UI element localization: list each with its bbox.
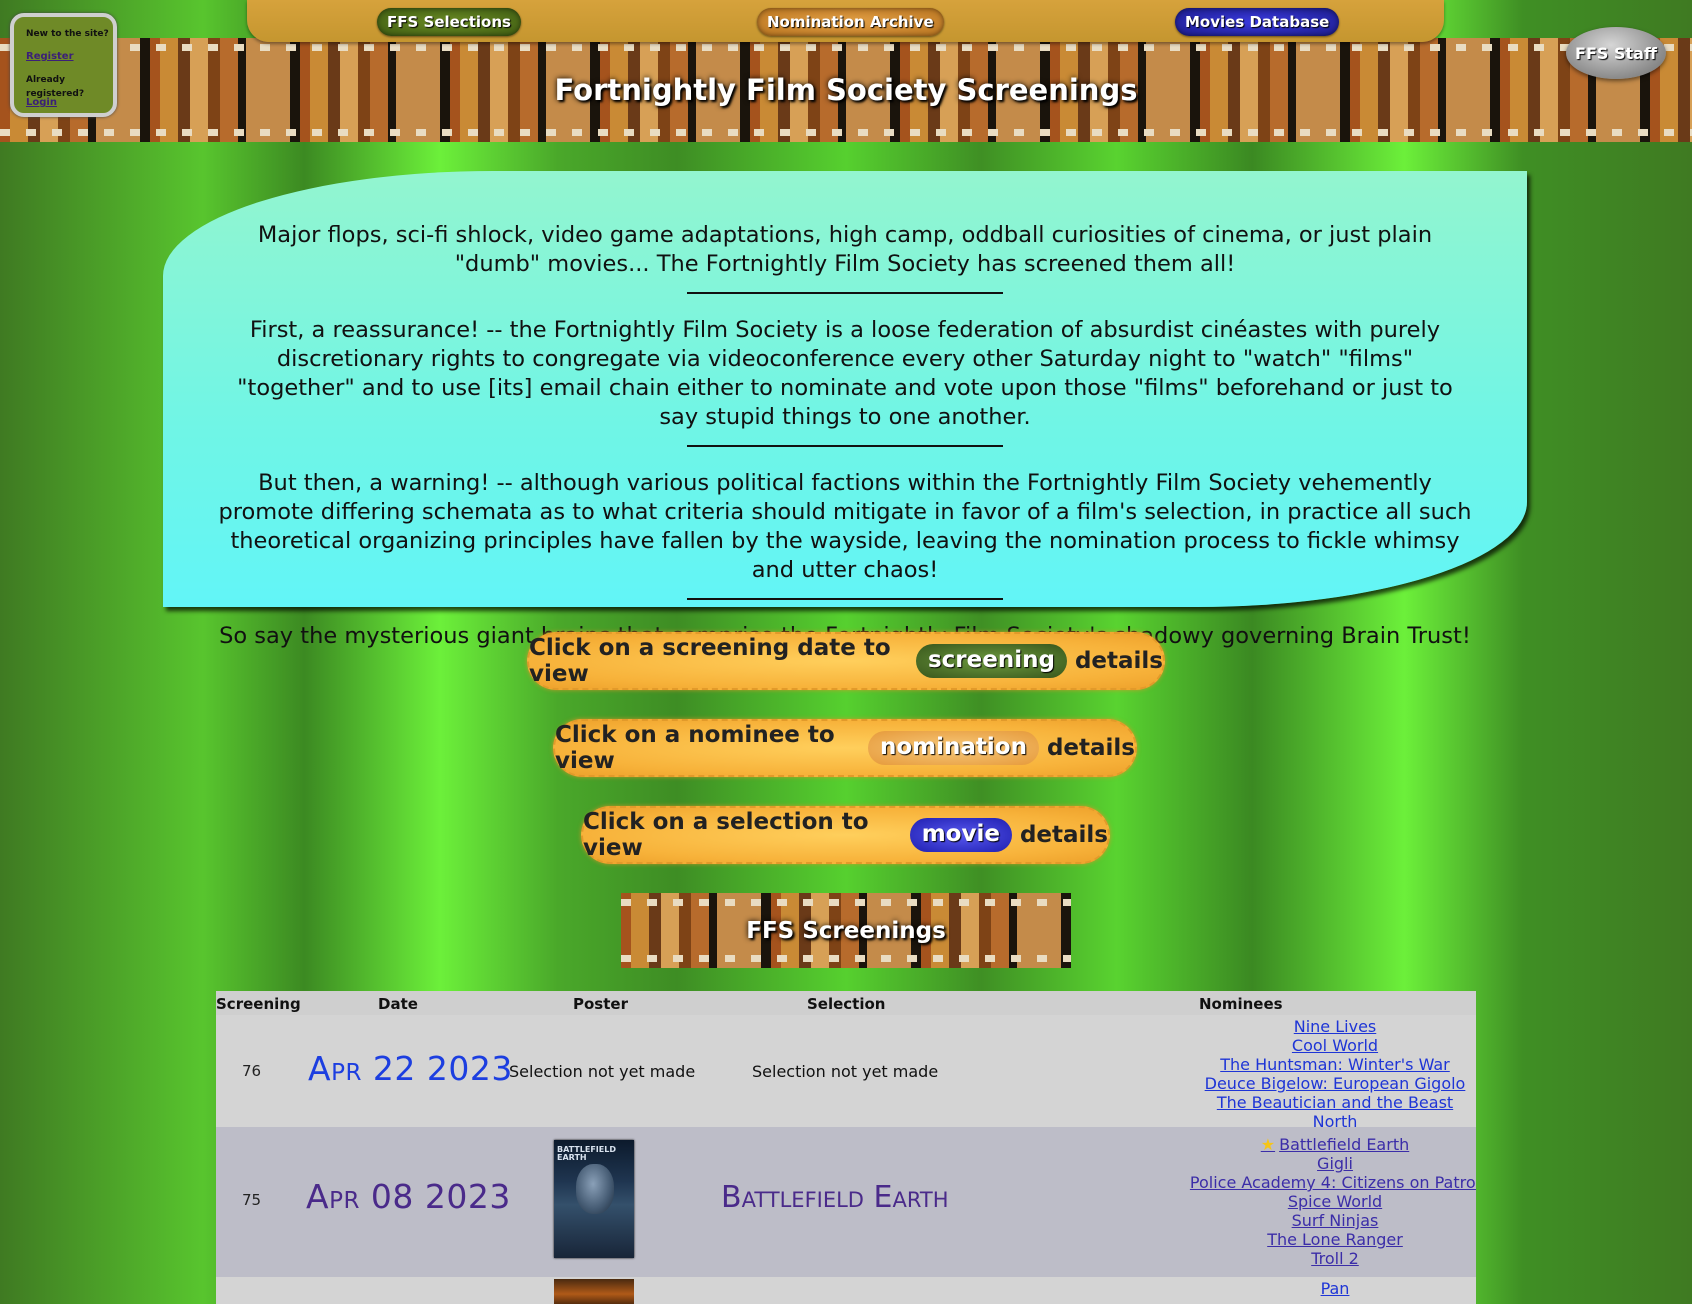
nominee-link[interactable]: Police Academy 4: Citizens on Patrol (1070, 1173, 1476, 1192)
header-screening: Screening (216, 995, 301, 1013)
intro-paragraph-3: But then, a warning! -- although various… (218, 470, 1472, 583)
instruction-text: details (1074, 648, 1163, 674)
nominees-list: Pan (1070, 1279, 1476, 1298)
already-registered-label: Already registered? (26, 75, 85, 99)
instruction-screening: Click on a screening date to view screen… (527, 632, 1165, 690)
new-to-site-label: New to the site? (26, 29, 109, 39)
nominee-link[interactable]: Pan (1070, 1279, 1476, 1298)
screenings-table: Screening Date Poster Selection Nominees… (216, 991, 1476, 1304)
login-link[interactable]: Login (26, 97, 57, 108)
nominee-link[interactable]: Spice World (1070, 1192, 1476, 1211)
intro-paragraph-2: First, a reassurance! -- the Fortnightly… (237, 317, 1453, 430)
section-banner: FFS Screenings (621, 893, 1071, 968)
ffs-staff-button[interactable]: FFS Staff (1566, 27, 1666, 79)
table-row: 76 Apr 22 2023 Selection not yet made Se… (216, 1015, 1476, 1131)
nominee-link[interactable]: The Huntsman: Winter's War (1070, 1055, 1476, 1074)
intro-divider (687, 598, 1003, 600)
nominee-link[interactable]: ★ Battlefield Earth (1070, 1135, 1476, 1154)
nav-nomination-archive-button[interactable]: Nomination Archive (757, 8, 944, 36)
poster-placeholder: Selection not yet made (509, 1062, 696, 1081)
nav-ffs-selections-button[interactable]: FFS Selections (377, 8, 521, 36)
header-selection: Selection (807, 995, 886, 1013)
top-navigation: FFS Selections Nomination Archive Movies… (247, 0, 1444, 42)
nominee-link[interactable]: The Lone Ranger (1070, 1230, 1476, 1249)
screening-number: 75 (242, 1191, 262, 1209)
poster-image (576, 1164, 614, 1214)
nominee-link[interactable]: Surf Ninjas (1070, 1211, 1476, 1230)
intro-divider (687, 292, 1003, 294)
nav-movies-database-button[interactable]: Movies Database (1175, 8, 1340, 36)
header-poster: Poster (573, 995, 628, 1013)
star-icon: ★ (1260, 1135, 1276, 1154)
screening-tag: screening (915, 644, 1067, 678)
table-row: Pan (216, 1277, 1476, 1304)
header-nominees: Nominees (1199, 995, 1283, 1013)
instruction-nomination: Click on a nominee to view nomination de… (553, 719, 1137, 777)
selection-link[interactable]: Battlefield Earth (721, 1180, 949, 1215)
table-header: Screening Date Poster Selection Nominees (216, 991, 1476, 1015)
nominee-winner-label: Battlefield Earth (1279, 1135, 1410, 1154)
instruction-text: details (1019, 822, 1108, 848)
intro-divider (687, 445, 1003, 447)
nominees-list: Nine Lives Cool World The Huntsman: Wint… (1070, 1017, 1476, 1131)
nominee-link[interactable]: Troll 2 (1070, 1249, 1476, 1268)
instruction-movie: Click on a selection to view movie detai… (581, 806, 1110, 864)
register-link[interactable]: Register (26, 51, 74, 62)
intro-paragraph-1: Major flops, sci-fi shlock, video game a… (257, 222, 1433, 277)
instruction-text: details (1046, 735, 1135, 761)
movie-tag: movie (909, 818, 1012, 852)
poster-title: BATTLEFIELD EARTH (557, 1145, 616, 1162)
header-date: Date (378, 995, 418, 1013)
table-row: 75 Apr 08 2023 BATTLEFIELD EARTH Battlef… (216, 1127, 1476, 1277)
movie-poster[interactable]: BATTLEFIELD EARTH (554, 1140, 634, 1258)
intro-bubble: Major flops, sci-fi shlock, video game a… (163, 171, 1527, 649)
page-title: Fortnightly Film Society Screenings (554, 73, 1138, 107)
instruction-text: Click on a nominee to view (555, 722, 835, 774)
selection-placeholder: Selection not yet made (752, 1062, 939, 1081)
nominee-link[interactable]: Gigli (1070, 1154, 1476, 1173)
screening-date-link[interactable]: Apr 22 2023 (308, 1049, 513, 1088)
nominee-link[interactable]: Deuce Bigelow: European Gigolo (1070, 1074, 1476, 1093)
screening-number: 76 (242, 1062, 262, 1080)
login-box: New to the site? Register Already regist… (10, 13, 117, 117)
instruction-text: Click on a selection to view (583, 809, 869, 861)
section-title: FFS Screenings (746, 917, 946, 944)
nominee-link[interactable]: The Beautician and the Beast (1070, 1093, 1476, 1112)
nominee-link[interactable]: Nine Lives (1070, 1017, 1476, 1036)
nomination-tag: nomination (867, 731, 1039, 765)
instruction-text: Click on a screening date to view (529, 635, 891, 687)
screening-date-link[interactable]: Apr 08 2023 (306, 1177, 511, 1216)
nominees-list: ★ Battlefield Earth Gigli Police Academy … (1070, 1135, 1476, 1268)
nominee-link[interactable]: Cool World (1070, 1036, 1476, 1055)
movie-poster[interactable] (554, 1279, 634, 1304)
